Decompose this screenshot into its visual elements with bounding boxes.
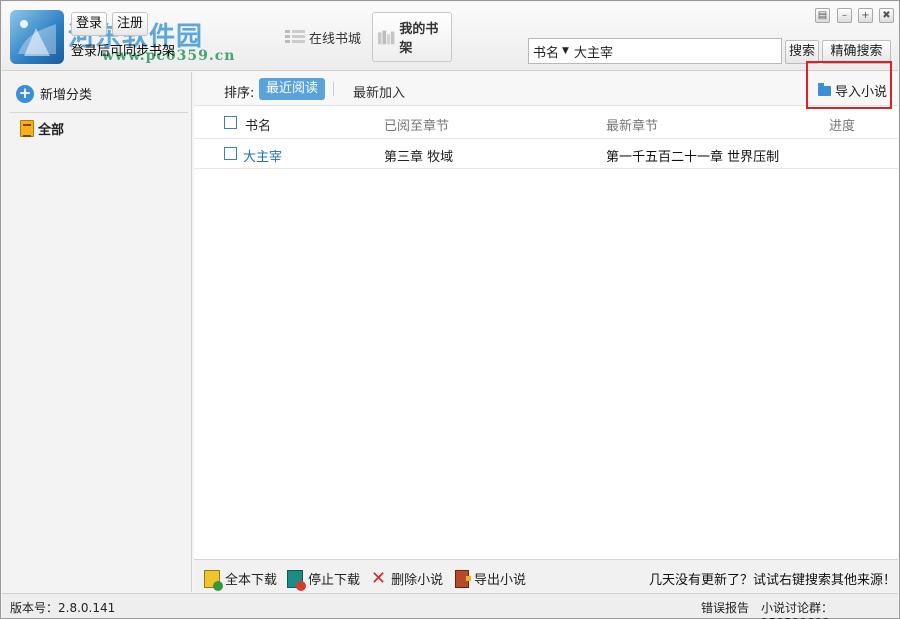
add-category-label: 新增分类 <box>40 88 93 103</box>
table-row[interactable]: 大主宰 第三章 牧域 第一千五百二十一章 世界压制 <box>194 139 898 169</box>
tab-online-store-label: 在线书城 <box>309 31 362 47</box>
sidebar-item-all[interactable]: 全部 <box>20 119 64 138</box>
export-novel-button[interactable]: 导出小说 <box>455 569 526 588</box>
sidebar: + 新增分类 全部 <box>2 72 192 592</box>
bookshelf-icon <box>377 30 395 45</box>
status-bar: 版本号：2.8.0.141 错误报告 小说讨论群：150590699 <box>2 593 898 619</box>
import-novel-label: 导入小说 <box>835 85 888 100</box>
search-input[interactable]: 书名 ▼ 大主宰 <box>528 38 782 64</box>
action-bar: 全本下载 停止下载 ✕ 删除小说 导出小说 几天没有更新了？试试右键搜索其他来源… <box>194 559 898 592</box>
search-value: 大主宰 <box>573 45 613 61</box>
version-label: 版本号：2.8.0.141 <box>10 601 116 615</box>
book-title-link[interactable]: 大主宰 <box>243 146 282 165</box>
select-all-checkbox[interactable] <box>224 116 237 129</box>
export-novel-label: 导出小说 <box>474 573 527 588</box>
source-hint: 几天没有更新了？试试右键搜索其他来源！ <box>649 573 897 588</box>
row-checkbox[interactable] <box>224 147 237 160</box>
delete-novel-label: 删除小说 <box>391 573 444 588</box>
minimize-icon[interactable]: – <box>837 8 852 23</box>
login-hint: 登录后可同步书架 <box>71 44 176 59</box>
export-icon <box>455 569 471 588</box>
delete-icon: ✕ <box>371 567 387 589</box>
register-button[interactable]: 注册 <box>112 12 149 36</box>
column-header-read-to: 已阅至章节 <box>384 119 450 134</box>
logo-icon <box>18 20 56 56</box>
plus-icon: + <box>16 84 34 103</box>
column-header-progress: 进度 <box>829 119 856 134</box>
chevron-down-icon[interactable]: ▼ <box>562 46 569 56</box>
sidebar-item-all-label: 全部 <box>38 123 65 138</box>
stop-download-button[interactable]: 停止下载 <box>287 569 361 591</box>
app-logo <box>10 10 64 64</box>
discussion-group-label: 小说讨论群：150590699 <box>761 601 834 619</box>
maximize-icon[interactable]: + <box>858 8 873 23</box>
bookshelf-panel: 排序: 最近阅读 最新加入 导入小说 书名 已阅至章节 最新章节 进度 大主宰 … <box>194 61 898 592</box>
import-novel-button[interactable]: 导入小说 <box>818 81 887 100</box>
delete-novel-button[interactable]: ✕ 删除小说 <box>371 569 443 588</box>
skin-icon[interactable]: ▤ <box>815 8 830 23</box>
search-type-select[interactable]: 书名 <box>533 42 559 61</box>
sort-recent-button[interactable]: 最近阅读 <box>259 78 326 100</box>
login-button[interactable]: 登录 <box>71 12 108 36</box>
tab-my-shelf-label: 我的书架 <box>399 22 439 56</box>
sidebar-divider <box>10 112 188 113</box>
sort-bar: 排序: 最近阅读 最新加入 导入小说 <box>194 61 898 109</box>
sort-divider <box>333 82 334 96</box>
download-all-button[interactable]: 全本下载 <box>204 569 278 591</box>
table-header: 书名 已阅至章节 最新章节 进度 <box>194 107 898 139</box>
tab-online-store[interactable]: 在线书城 <box>285 12 361 62</box>
list-icon <box>285 30 305 43</box>
header: 河东软件园 www.pc0359.cn 登录 注册 登录后可同步书架 在线书城 … <box>2 2 898 71</box>
stop-download-label: 停止下载 <box>308 573 361 588</box>
add-category-button[interactable]: + 新增分类 <box>16 84 92 103</box>
read-to-chapter: 第三章 牧域 <box>384 150 454 165</box>
close-icon[interactable]: ✖ <box>879 8 894 23</box>
latest-chapter[interactable]: 第一千五百二十一章 世界压制 <box>606 146 779 165</box>
error-report-link[interactable]: 错误报告 <box>701 599 749 616</box>
sort-label: 排序: <box>224 86 255 101</box>
stop-download-icon <box>287 569 306 591</box>
download-all-label: 全本下载 <box>225 573 278 588</box>
app-window: 河东软件园 www.pc0359.cn 登录 注册 登录后可同步书架 在线书城 … <box>0 0 900 619</box>
tab-my-shelf[interactable]: 我的书架 <box>372 12 452 62</box>
column-header-latest: 最新章节 <box>606 119 659 134</box>
sort-newest-button[interactable]: 最新加入 <box>353 82 405 101</box>
column-header-title: 书名 <box>245 119 272 134</box>
download-icon <box>204 569 223 591</box>
notebook-icon <box>20 120 34 137</box>
folder-icon <box>818 82 831 96</box>
